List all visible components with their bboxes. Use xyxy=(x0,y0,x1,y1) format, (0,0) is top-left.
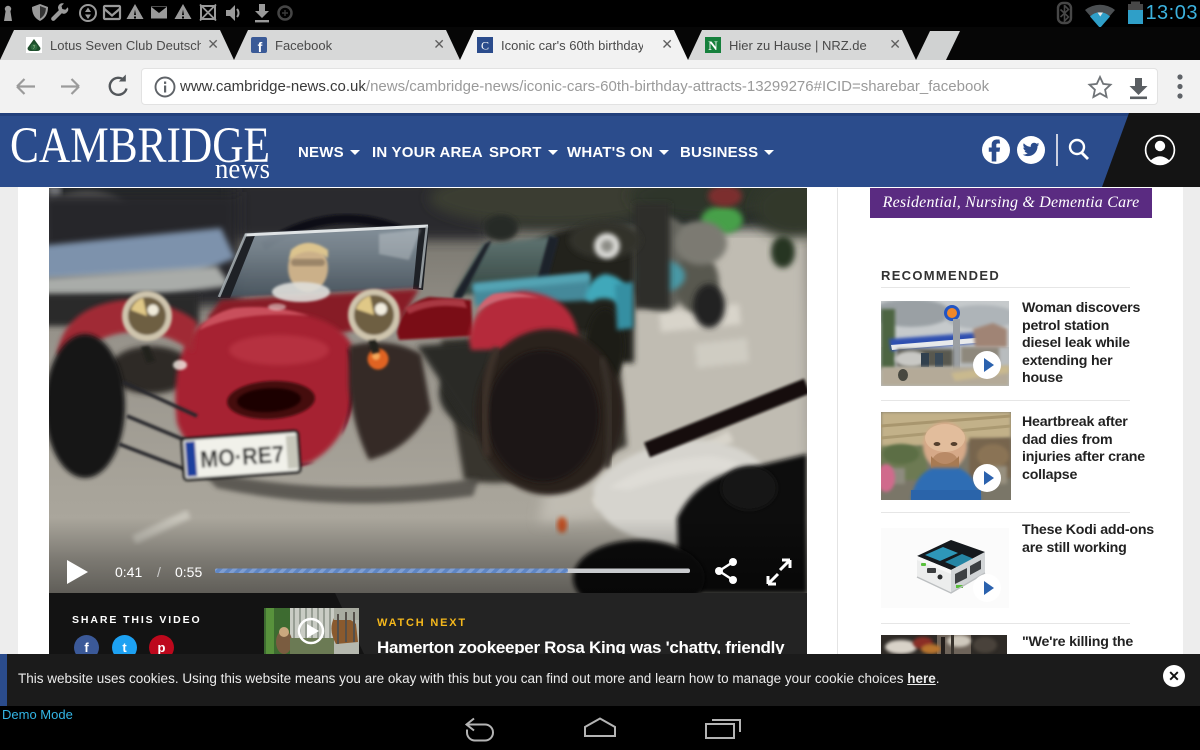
svg-text:/: / xyxy=(157,564,161,580)
svg-text:0:41: 0:41 xyxy=(115,564,142,580)
svg-text:N: N xyxy=(708,38,718,53)
svg-text:C: C xyxy=(481,39,489,53)
svg-text:0:55: 0:55 xyxy=(175,564,202,580)
svg-text:f: f xyxy=(258,39,263,53)
svg-text:news: news xyxy=(215,153,270,185)
